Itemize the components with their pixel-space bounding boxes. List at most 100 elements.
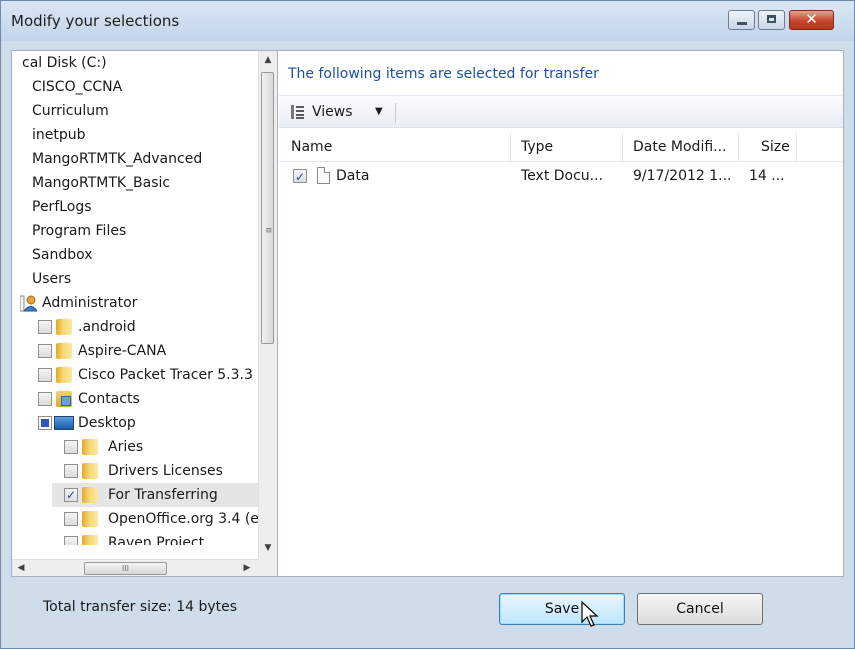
window-title: Modify your selections xyxy=(11,12,180,30)
tree-checkbox[interactable] xyxy=(64,440,78,454)
file-row[interactable]: Data Text Docu... 9/17/2012 1... 14 ... xyxy=(279,163,799,190)
scroll-grip-icon: ≡ xyxy=(265,226,273,236)
folder-tree: cal Disk (C:) CISCO_CCNA Curriculum inet… xyxy=(12,51,258,559)
folder-icon xyxy=(82,487,98,503)
folder-icon xyxy=(82,511,98,527)
maximize-icon xyxy=(767,15,776,23)
tree-checkbox[interactable] xyxy=(38,416,52,430)
tree-item-for-transferring[interactable]: For Transferring xyxy=(52,483,258,507)
tree-item-label: Raven Project xyxy=(108,535,205,551)
tree-checkbox[interactable] xyxy=(64,512,78,526)
tree-item-mango-basic[interactable]: MangoRTMTK_Basic xyxy=(12,171,258,195)
mouse-cursor-icon xyxy=(581,601,599,627)
tree-item-raven-project[interactable]: Raven Project xyxy=(12,531,258,551)
tree-item-label: Aries xyxy=(108,439,144,455)
selected-items-heading: The following items are selected for tra… xyxy=(288,66,599,82)
file-date-modified: 9/17/2012 1... xyxy=(633,168,732,184)
tree-item-label: Administrator xyxy=(42,295,138,311)
tree-checkbox[interactable] xyxy=(38,344,52,358)
minimize-button[interactable] xyxy=(728,10,755,30)
tree-item-label: cal Disk (C:) xyxy=(22,55,107,71)
views-label: Views xyxy=(312,104,353,120)
file-type: Text Docu... xyxy=(521,168,604,184)
tree-item-label: Drivers Licenses xyxy=(108,463,223,479)
column-header-type[interactable]: Type xyxy=(511,133,623,161)
column-header-size[interactable]: Size xyxy=(739,133,797,161)
folder-tree-pane: cal Disk (C:) CISCO_CCNA Curriculum inet… xyxy=(11,50,278,577)
tree-item-label: Cisco Packet Tracer 5.3.3 xyxy=(78,367,253,383)
file-checkbox[interactable] xyxy=(293,164,307,190)
folder-icon xyxy=(56,319,72,335)
tree-item-contacts[interactable]: Contacts xyxy=(12,387,258,411)
folder-icon xyxy=(82,439,98,455)
tree-checkbox[interactable] xyxy=(64,464,78,478)
tree-item-drivers-licenses[interactable]: Drivers Licenses xyxy=(12,459,258,483)
scroll-left-arrow-icon[interactable]: ◀ xyxy=(12,560,30,576)
tree-checkbox[interactable] xyxy=(64,483,78,507)
file-name: Data xyxy=(336,168,370,184)
scroll-up-arrow-icon[interactable]: ▲ xyxy=(259,51,277,69)
tree-item-openoffice[interactable]: OpenOffice.org 3.4 (e xyxy=(12,507,258,531)
contacts-icon xyxy=(56,391,72,407)
horizontal-scroll-thumb[interactable]: III xyxy=(84,562,167,575)
tree-item-label: Users xyxy=(32,271,72,287)
tree-item-android[interactable]: .android xyxy=(12,315,258,339)
tree-item-label: inetpub xyxy=(32,127,86,143)
tree-item-program-files[interactable]: Program Files xyxy=(12,219,258,243)
folder-icon xyxy=(56,343,72,359)
tree-item-label: Sandbox xyxy=(32,247,93,263)
views-list-icon xyxy=(291,105,304,119)
tree-vertical-scrollbar[interactable]: ▲ ≡ ▼ xyxy=(258,51,277,559)
scroll-down-arrow-icon[interactable]: ▼ xyxy=(259,539,277,557)
tree-item-label: Aspire-CANA xyxy=(78,343,167,359)
user-icon xyxy=(20,295,37,312)
cancel-button[interactable]: Cancel xyxy=(637,593,763,625)
chevron-down-icon: ▼ xyxy=(375,106,383,117)
tree-item-cisco-packet-tracer[interactable]: Cisco Packet Tracer 5.3.3 xyxy=(12,363,258,387)
tree-item-perflogs[interactable]: PerfLogs xyxy=(12,195,258,219)
folder-icon xyxy=(82,535,98,545)
tree-checkbox[interactable] xyxy=(38,320,52,334)
tree-item-label: MangoRTMTK_Advanced xyxy=(32,151,203,167)
toolbar-divider xyxy=(395,103,396,123)
tree-checkbox[interactable] xyxy=(38,392,52,406)
tree-item-desktop[interactable]: Desktop xyxy=(12,411,258,435)
tree-item-aspire-cana[interactable]: Aspire-CANA xyxy=(12,339,258,363)
tree-item-curriculum[interactable]: Curriculum xyxy=(12,99,258,123)
tree-horizontal-scrollbar[interactable]: ◀ III ▶ xyxy=(12,559,277,576)
minimize-icon xyxy=(737,22,747,25)
tree-item-label: MangoRTMTK_Basic xyxy=(32,175,171,191)
tree-item-sandbox[interactable]: Sandbox xyxy=(12,243,258,267)
close-icon: ✕ xyxy=(805,10,818,28)
tree-item-cisco-ccna[interactable]: CISCO_CCNA xyxy=(12,75,258,99)
tree-item-label: Desktop xyxy=(78,415,136,431)
save-button[interactable]: Save xyxy=(499,593,625,625)
tree-item-label: .android xyxy=(78,319,136,335)
vertical-scroll-thumb[interactable]: ≡ xyxy=(261,72,274,344)
tree-checkbox[interactable] xyxy=(64,536,78,545)
tree-item-label: OpenOffice.org 3.4 (e xyxy=(108,511,258,527)
column-header-date-modified[interactable]: Date Modifi... xyxy=(623,133,739,161)
scroll-right-arrow-icon[interactable]: ▶ xyxy=(238,560,256,576)
column-header-name[interactable]: Name xyxy=(279,133,511,161)
tree-item-administrator[interactable]: Administrator xyxy=(12,291,258,315)
scrollbar-corner xyxy=(258,559,277,576)
tree-item-users[interactable]: Users xyxy=(12,267,258,291)
folder-icon xyxy=(56,367,72,383)
dialog-window: Modify your selections ✕ cal Disk (C:) C… xyxy=(0,0,855,649)
tree-item-label: CISCO_CCNA xyxy=(32,79,123,95)
tree-item-aries[interactable]: Aries xyxy=(12,435,258,459)
tree-item-label: PerfLogs xyxy=(32,199,92,215)
desktop-icon xyxy=(54,416,74,430)
tree-item-label: Curriculum xyxy=(32,103,109,119)
title-bar[interactable]: Modify your selections ✕ xyxy=(1,1,854,41)
maximize-button[interactable] xyxy=(758,10,785,30)
file-list-header: Name Type Date Modifi... Size xyxy=(279,133,843,162)
tree-item-local-disk[interactable]: cal Disk (C:) xyxy=(12,51,258,75)
tree-item-inetpub[interactable]: inetpub xyxy=(12,123,258,147)
tree-checkbox[interactable] xyxy=(38,368,52,382)
tree-item-mango-advanced[interactable]: MangoRTMTK_Advanced xyxy=(12,147,258,171)
tree-item-label: Program Files xyxy=(32,223,127,239)
close-button[interactable]: ✕ xyxy=(789,10,834,30)
file-size: 14 ... xyxy=(749,168,785,184)
